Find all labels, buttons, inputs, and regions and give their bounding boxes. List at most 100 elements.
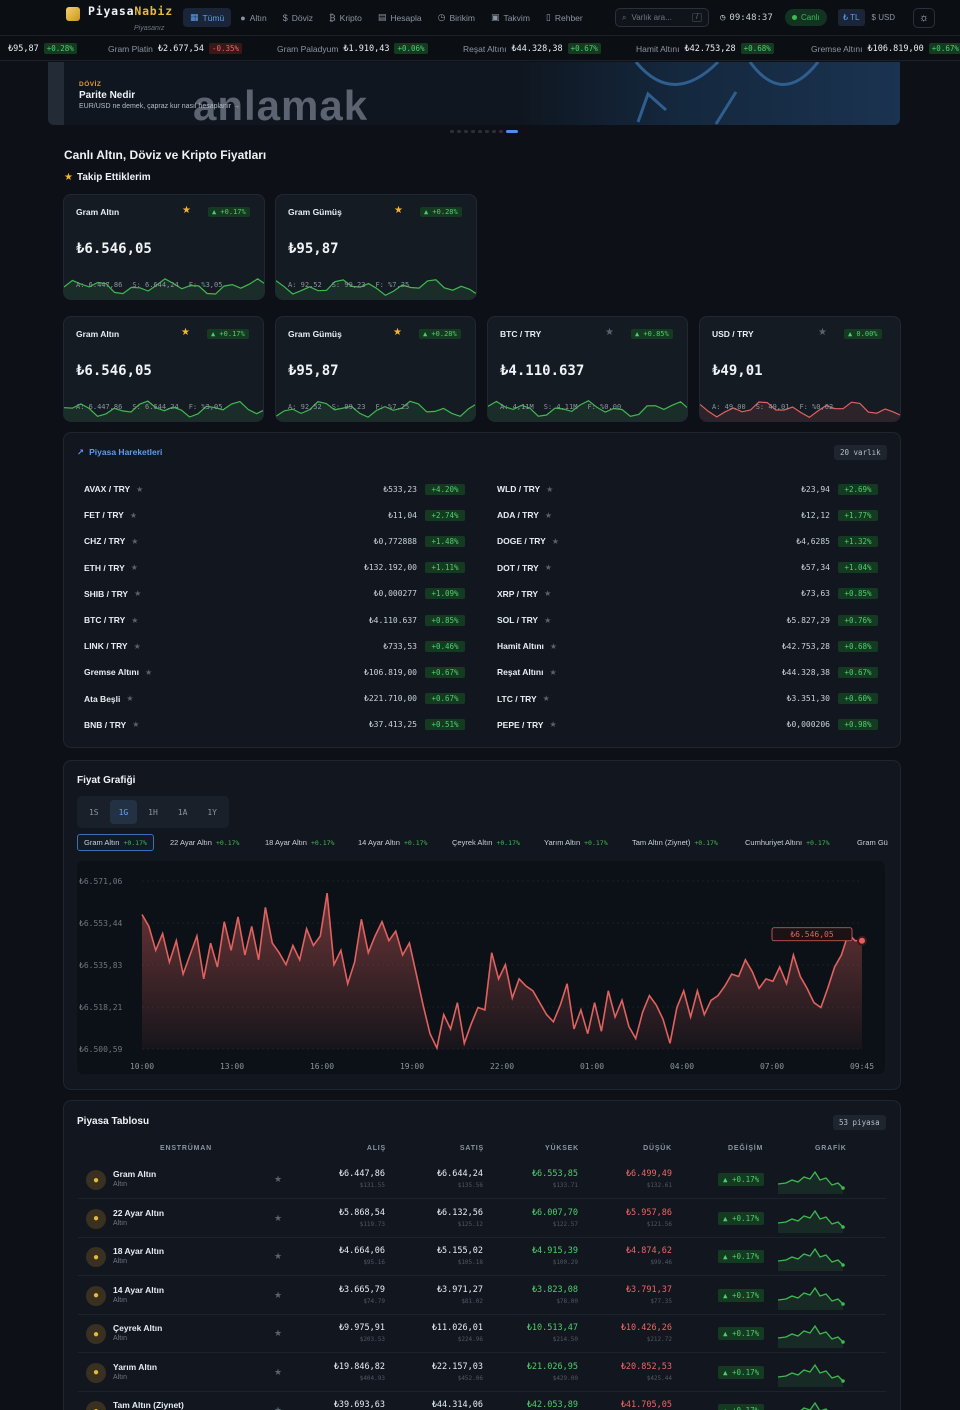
promo-banner[interactable]: anlamak DÖVİZ Parite Nedir EUR/USD ne de… xyxy=(48,62,900,125)
star-icon[interactable]: ★ xyxy=(132,720,139,729)
star-icon[interactable]: ★ xyxy=(544,616,551,625)
movement-row[interactable]: SOL / TRY ★ ₺5.827,29 +0.76% xyxy=(497,607,892,633)
nav-calculator[interactable]: ▤ Hesapla xyxy=(371,8,429,27)
favorite-star-icon[interactable]: ★ xyxy=(394,205,403,216)
range-1S[interactable]: 1S xyxy=(80,800,108,824)
asset-tab[interactable]: Yarım Altın +0.17% xyxy=(538,834,614,851)
price-chart[interactable]: ₺6.571,06 ₺6.553,44 ₺6.535,83 ₺6.518,21 ₺6.5… xyxy=(77,861,885,1074)
asset-tab[interactable]: 18 Ayar Altın +0.17% xyxy=(259,834,340,851)
star-icon[interactable]: ★ xyxy=(134,642,141,651)
star-icon[interactable]: ★ xyxy=(545,563,552,572)
star-icon[interactable]: ★ xyxy=(544,589,551,598)
movement-row[interactable]: BNB / TRY ★ ₺37.413,25 +0.51% xyxy=(84,712,479,738)
ticker-item[interactable]: Gram Paladyum ₺1.910,43 +0.06% xyxy=(277,36,428,60)
table-row[interactable]: ● Çeyrek Altın Altın ★ ₺9.975,91 $203.53 ₺11.0… xyxy=(78,1315,886,1353)
favorite-star-icon[interactable]: ★ xyxy=(818,327,827,338)
banner-dot[interactable] xyxy=(499,130,503,133)
nav-clock[interactable]: ◷ Birikim xyxy=(431,8,482,27)
table-row[interactable]: ● 18 Ayar Altın Altın ★ ₺4.664,06 $95.16 ₺5.15… xyxy=(78,1238,886,1276)
range-1G[interactable]: 1G xyxy=(109,800,138,824)
movement-row[interactable]: SHIB / TRY ★ ₺0,000277 +1.09% xyxy=(84,581,479,607)
asset-tab[interactable]: 14 Ayar Altın +0.17% xyxy=(352,834,433,851)
movement-row[interactable]: DOT / TRY ★ ₺57,34 +1.04% xyxy=(497,555,892,581)
column-header[interactable]: DÜŞÜK xyxy=(572,1145,672,1152)
star-icon[interactable]: ★ xyxy=(145,668,152,677)
nav-calendar[interactable]: ▣ Takvim xyxy=(484,8,537,27)
star-icon[interactable]: ★ xyxy=(131,616,138,625)
banner-dot[interactable] xyxy=(457,130,461,133)
favorite-card[interactable]: BTC / TRY ★ ▲ +0.85% ₺4.110.637 A: 4,11M S: 4… xyxy=(487,316,688,422)
asset-tab[interactable]: 22 Ayar Altın +0.17% xyxy=(164,834,245,851)
asset-tab[interactable]: Cumhuriyet Altını +0.17% xyxy=(739,834,836,851)
banner-dot[interactable] xyxy=(478,130,482,133)
favorite-star-icon[interactable]: ★ xyxy=(605,327,614,338)
column-header[interactable]: ALIŞ xyxy=(286,1145,386,1152)
nav-gold-coins[interactable]: ● Altın xyxy=(233,8,273,27)
star-icon[interactable]: ★ xyxy=(134,589,141,598)
table-row[interactable]: ● 22 Ayar Altın Altın ★ ₺5.868,54 $119.73 ₺6.1… xyxy=(78,1200,886,1238)
asset-tab[interactable]: Gram Altın +0.17% xyxy=(77,834,154,851)
movement-row[interactable]: BTC / TRY ★ ₺4.110.637 +0.85% xyxy=(84,607,479,633)
star-icon[interactable]: ★ xyxy=(549,720,556,729)
ticker-item[interactable]: Reşat Altını ₺44.328,38 +0.67% xyxy=(463,36,601,60)
ticker-item[interactable]: Hamit Altını ₺42.753,28 +0.68% xyxy=(636,36,774,60)
asset-tab[interactable]: Gram Gü xyxy=(851,834,894,851)
movement-row[interactable]: LTC / TRY ★ ₺3.351,30 +0.60% xyxy=(497,686,892,712)
currency-option[interactable]: ₺ TL xyxy=(838,9,865,26)
table-row[interactable]: ● 14 Ayar Altın Altın ★ ₺3.665,79 $74.79 ₺3.97… xyxy=(78,1277,886,1315)
movement-row[interactable]: LINK / TRY ★ ₺733,53 +0.46% xyxy=(84,633,479,659)
column-header[interactable]: GRAFİK xyxy=(815,1145,847,1152)
table-row[interactable]: ● Gram Altın Altın ★ ₺6.447,86 $131.55 ₺6.644,… xyxy=(78,1161,886,1199)
range-1H[interactable]: 1H xyxy=(139,800,167,824)
star-icon[interactable]: ★ xyxy=(549,668,556,677)
favorite-card[interactable]: Gram Gümüş ★ ▲ +0.28% ₺95,87 A: 92,52 S: 99,2… xyxy=(275,316,476,422)
banner-dot[interactable] xyxy=(464,130,468,133)
currency-option[interactable]: $ USD xyxy=(867,9,901,26)
nav-book[interactable]: ▯ Rehber xyxy=(539,8,590,27)
movement-row[interactable]: ADA / TRY ★ ₺12,12 +1.77% xyxy=(497,502,892,528)
favorite-card[interactable]: Gram Altın ★ ▲ +0.17% ₺6.546,05 A: 6.447,86 S… xyxy=(63,316,264,422)
nav-dollar[interactable]: $ Döviz xyxy=(276,8,320,27)
ticker-item[interactable]: Gram Platin ₺2.677,54 -0.35% xyxy=(108,36,243,60)
movement-row[interactable]: Ata Beşli ★ ₺221.710,00 +0.67% xyxy=(84,686,479,712)
column-header[interactable]: ENSTRÜMAN xyxy=(160,1145,212,1152)
movement-row[interactable]: Reşat Altını ★ ₺44.328,38 +0.67% xyxy=(497,659,892,685)
star-icon[interactable]: ★ xyxy=(130,511,137,520)
star-icon[interactable]: ★ xyxy=(131,537,138,546)
movement-row[interactable]: ETH / TRY ★ ₺132.192,00 +1.11% xyxy=(84,555,479,581)
range-1A[interactable]: 1A xyxy=(169,800,197,824)
star-icon[interactable]: ★ xyxy=(546,485,553,494)
star-icon[interactable]: ★ xyxy=(126,694,133,703)
ticker-item[interactable]: ₺95,87 +0.28% xyxy=(8,36,77,60)
banner-dot[interactable] xyxy=(492,130,496,133)
movement-row[interactable]: Hamit Altını ★ ₺42.753,28 +0.68% xyxy=(497,633,892,659)
nav-grid[interactable]: ▦ Tümü xyxy=(183,8,232,27)
table-row[interactable]: ● Yarım Altın Altın ★ ₺19.846,82 $404.93 ₺22.1… xyxy=(78,1354,886,1392)
nav-bitcoin[interactable]: ₿ Kripto xyxy=(322,8,369,27)
movement-row[interactable]: WLD / TRY ★ ₺23,94 +2.69% xyxy=(497,476,892,502)
banner-dot[interactable] xyxy=(485,130,489,133)
movement-row[interactable]: Gremse Altını ★ ₺106.819,00 +0.67% xyxy=(84,659,479,685)
star-icon[interactable]: ★ xyxy=(545,511,552,520)
movement-row[interactable]: DOGE / TRY ★ ₺4,6285 +1.32% xyxy=(497,528,892,554)
favorite-card[interactable]: Gram Gümüş ★ ▲ +0.28% ₺95,87 A: 92,52 S: 99,2… xyxy=(275,194,477,300)
movement-row[interactable]: XRP / TRY ★ ₺73,63 +0.85% xyxy=(497,581,892,607)
favorite-star-icon[interactable]: ★ xyxy=(393,327,402,338)
star-icon[interactable]: ★ xyxy=(552,537,559,546)
asset-tab[interactable]: Çeyrek Altın +0.17% xyxy=(446,834,526,851)
banner-dot[interactable] xyxy=(506,130,518,133)
table-row[interactable]: ●Tam Altın (Ziynet)Altın★₺39.693,63₺44.3… xyxy=(78,1392,886,1410)
column-header[interactable]: YÜKSEK xyxy=(479,1145,579,1152)
column-header[interactable]: SATIŞ xyxy=(384,1145,484,1152)
theme-toggle-button[interactable]: ☼ xyxy=(913,8,935,28)
movement-row[interactable]: PEPE / TRY ★ ₺0,000206 +0.98% xyxy=(497,712,892,738)
column-header[interactable]: DEĞİŞİM xyxy=(728,1145,763,1152)
star-icon[interactable]: ★ xyxy=(131,563,138,572)
favorite-card[interactable]: Gram Altın ★ ▲ +0.17% ₺6.546,05 A: 6.447,86 S… xyxy=(63,194,265,300)
logo[interactable]: PiyasaNabiz xyxy=(66,4,173,21)
banner-dot[interactable] xyxy=(450,130,454,133)
star-icon[interactable]: ★ xyxy=(136,485,143,494)
movement-row[interactable]: CHZ / TRY ★ ₺0,772888 +1.48% xyxy=(84,528,479,554)
favorite-card[interactable]: USD / TRY ★ ▲ 0.00% ₺49,01 A: 49,00 S: 49,01 F… xyxy=(699,316,901,422)
banner-dot[interactable] xyxy=(471,130,475,133)
